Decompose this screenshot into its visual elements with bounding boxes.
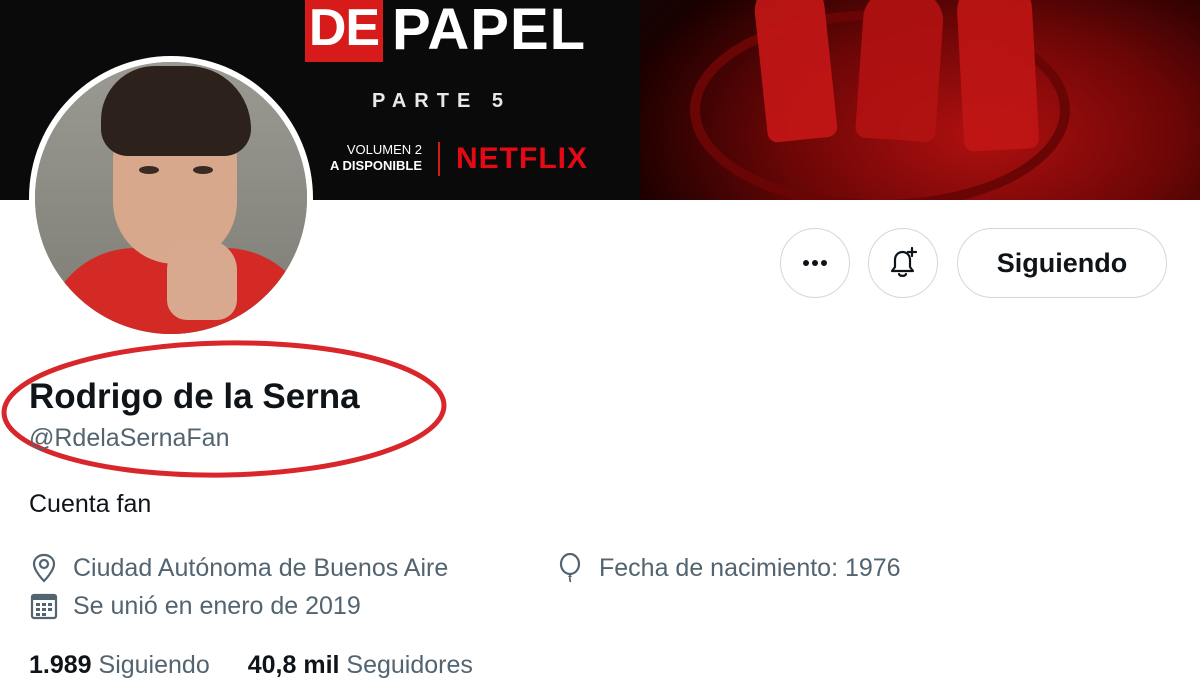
avatar-photo <box>35 62 307 334</box>
bell-plus-icon <box>890 246 918 277</box>
banner-parte-text: PARTE 5 <box>372 90 511 112</box>
profile-birth-date: Fecha de nacimiento: 1976 <box>555 553 901 583</box>
notifications-button[interactable] <box>868 228 938 298</box>
profile-name: Rodrigo de la Serna <box>29 377 360 416</box>
location-pin-icon <box>29 553 59 583</box>
avatar-hand <box>167 240 237 320</box>
location-text: Ciudad Autónoma de Buenos Aire <box>73 553 449 582</box>
more-dots-icon <box>803 260 827 266</box>
avatar-eye <box>193 166 213 174</box>
banner-logo-papel: PAPEL <box>392 0 587 62</box>
calendar-icon <box>29 591 59 621</box>
profile-stats: 1.989 Siguiendo 40,8 mil Seguidores <box>29 651 473 680</box>
joined-date-text: Se unió en enero de 2019 <box>73 591 361 620</box>
profile-location: Ciudad Autónoma de Buenos Aire <box>29 553 448 583</box>
more-options-button[interactable] <box>780 228 850 298</box>
banner-figure <box>854 0 946 143</box>
profile-handle: @RdelaSernaFan <box>29 424 230 452</box>
profile-avatar[interactable] <box>29 56 313 340</box>
birth-date-text: Fecha de nacimiento: 1976 <box>599 553 901 582</box>
banner-disponible: A DISPONIBLE <box>330 158 422 173</box>
following-button[interactable]: Siguiendo <box>957 228 1167 298</box>
banner-volume-text: VOLUMEN 2 A DISPONIBLE <box>322 142 422 174</box>
profile-bio: Cuenta fan <box>29 490 152 518</box>
banner-figure <box>955 0 1040 152</box>
banner-volumen: VOLUMEN 2 <box>346 142 422 157</box>
balloon-icon <box>555 553 585 583</box>
avatar-eye <box>139 166 159 174</box>
banner-netflix-logo: NETFLIX <box>456 142 588 175</box>
banner-separator <box>438 142 440 176</box>
banner-logo-de: DE <box>305 0 383 62</box>
profile-joined-date: Se unió en enero de 2019 <box>29 591 361 621</box>
